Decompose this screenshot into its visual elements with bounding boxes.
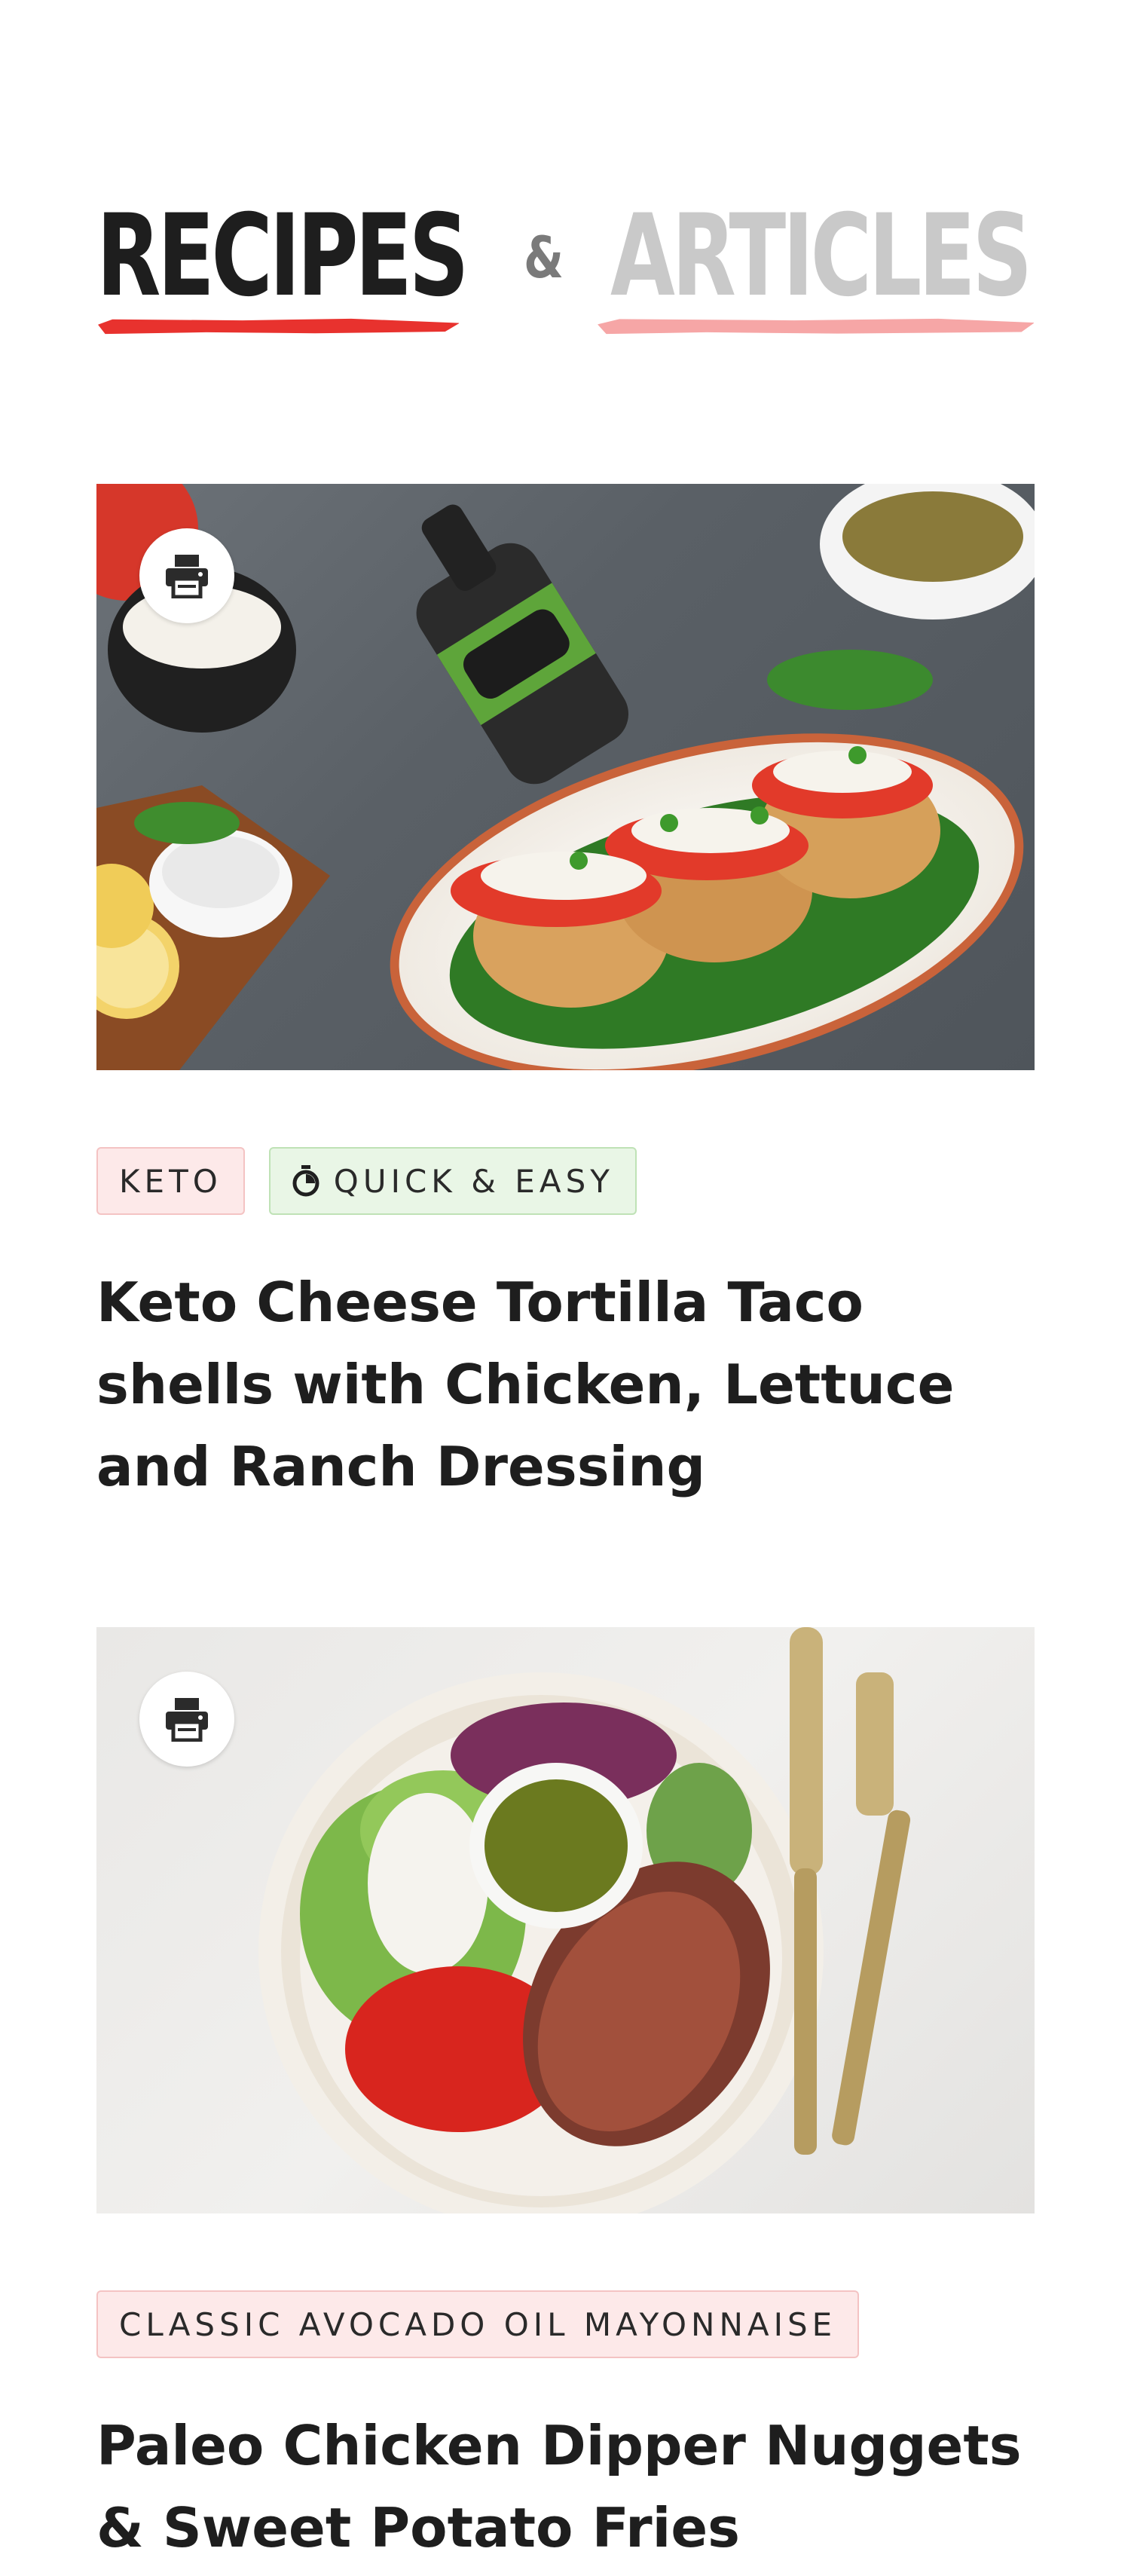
timer-icon bbox=[292, 1165, 320, 1197]
recipe-photo-illustration bbox=[258, 1627, 911, 2213]
recipe-tags: KETO QUICK & EASY bbox=[96, 1147, 1035, 1215]
tab-recipes[interactable]: RECIPES bbox=[96, 188, 469, 324]
tab-separator: & bbox=[524, 224, 564, 291]
tag-classic-avocado-oil-mayonnaise[interactable]: CLASSIC AVOCADO OIL MAYONNAISE bbox=[96, 2290, 860, 2358]
recipe-title[interactable]: Paleo Chicken Dipper Nuggets & Sweet Pot… bbox=[96, 2405, 1035, 2569]
recipe-photo-illustration bbox=[96, 484, 1035, 1070]
recipe-title[interactable]: Keto Cheese Tortilla Taco shells with Ch… bbox=[96, 1262, 1035, 1508]
tag-label: CLASSIC AVOCADO OIL MAYONNAISE bbox=[119, 2305, 837, 2343]
tag-label: QUICK & EASY bbox=[333, 1162, 614, 1200]
tab-articles-underline bbox=[598, 318, 1035, 335]
tag-quick-easy[interactable]: QUICK & EASY bbox=[268, 1147, 637, 1215]
recipe-photo[interactable] bbox=[96, 1627, 1035, 2213]
tag-keto[interactable]: KETO bbox=[96, 1147, 245, 1215]
recipe-tags: CLASSIC AVOCADO OIL MAYONNAISE bbox=[96, 2290, 1035, 2358]
recipe-article-tabs: RECIPES & ARTICLES bbox=[96, 188, 1035, 354]
recipe-card[interactable]: KETO QUICK & EASY Keto Cheese Tortilla T… bbox=[96, 484, 1035, 1508]
recipe-photo[interactable] bbox=[96, 484, 1035, 1070]
print-button[interactable] bbox=[139, 1672, 234, 1767]
tab-articles[interactable]: ARTICLES bbox=[610, 188, 1032, 324]
printer-icon bbox=[166, 1698, 208, 1742]
tag-label: KETO bbox=[119, 1162, 222, 1200]
printer-icon bbox=[166, 555, 208, 598]
print-button[interactable] bbox=[139, 528, 234, 623]
recipe-card[interactable]: CLASSIC AVOCADO OIL MAYONNAISE Paleo Chi… bbox=[96, 1627, 1035, 2569]
